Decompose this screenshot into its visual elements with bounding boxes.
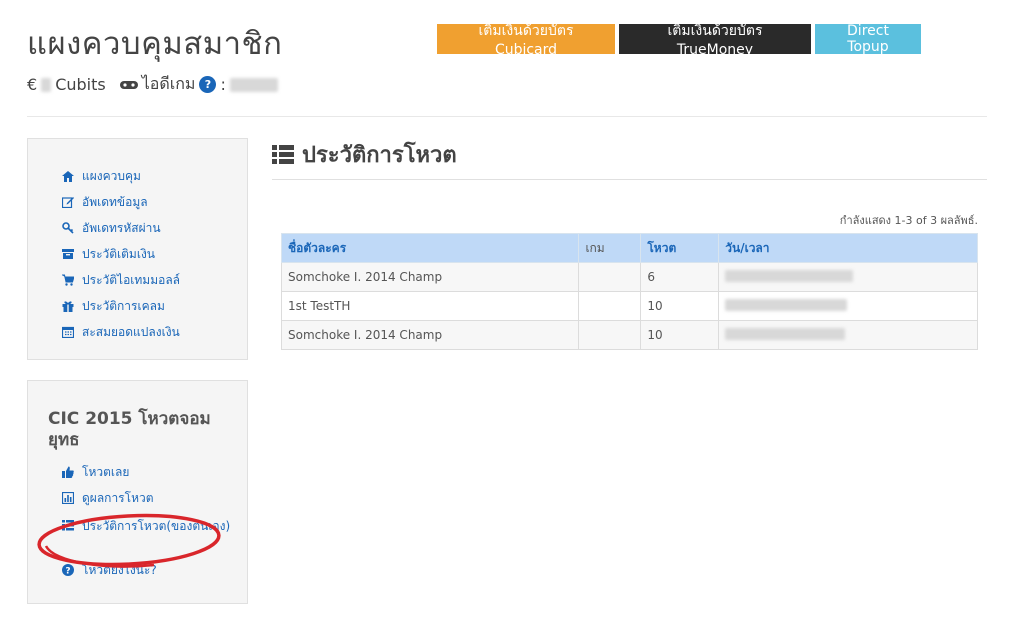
cart-icon xyxy=(62,274,74,286)
sidebar-item-topup-history[interactable]: ประวัติเติมเงิน xyxy=(62,241,247,267)
sidebar-item-label: ดูผลการโหวต xyxy=(82,490,154,505)
sidebar-item-label: อัพเดทรหัสผ่าน xyxy=(82,220,161,235)
sidebar-item-claim-history[interactable]: ประวัติการเคลม xyxy=(62,293,247,319)
column-header-votes[interactable]: โหวต xyxy=(640,233,720,263)
header-divider xyxy=(27,116,987,117)
table-row: Somchoke I. 2014 Champ 10 xyxy=(280,320,978,350)
thumbs-up-icon xyxy=(62,466,74,478)
table-row: Somchoke I. 2014 Champ 6 xyxy=(280,262,978,292)
sidebar-item-label: ประวัติเติมเงิน xyxy=(82,246,156,261)
gift-icon xyxy=(62,300,74,312)
truemoney-topup-button[interactable]: เติมเงินด้วยบัตร TrueMoney xyxy=(619,23,811,58)
sidebar-item-vote-results[interactable]: ดูผลการโหวต xyxy=(48,485,247,511)
home-icon xyxy=(62,170,74,182)
cubicard-topup-button[interactable]: เติมเงินด้วยบัตร Cubicard xyxy=(437,23,615,58)
cic-panel-title: CIC 2015 โหวตจอมยุทธ xyxy=(48,409,211,450)
sidebar-item-label: อัพเดทข้อมูล xyxy=(82,194,148,209)
sidebar-item-money-convert[interactable]: สะสมยอดแปลงเงิน xyxy=(62,319,247,345)
sidebar-item-label: สะสมยอดแปลงเงิน xyxy=(82,324,180,339)
key-icon xyxy=(62,222,74,234)
page-title: แผงควบคุมสมาชิก xyxy=(27,26,283,62)
game-id-redacted xyxy=(229,77,278,92)
user-info-line: € Cubits ไอดีเกม ? : xyxy=(27,72,278,97)
topup-button-group: เติมเงินด้วยบัตร Cubicard เติมเงินด้วยบั… xyxy=(437,23,921,58)
red-circle-annotation xyxy=(37,513,221,568)
game-id-colon: : xyxy=(220,75,226,94)
cic-vote-panel: CIC 2015 โหวตจอมยุทธ โหวตเลย ดูผลการโหวต… xyxy=(27,380,248,604)
sidebar-item-label: ประวัติไอเทมมอลล์ xyxy=(82,272,181,287)
vote-history-table: ชื่อตัวละคร เกม โหวต วัน/เวลา Somchoke I… xyxy=(280,233,978,350)
sidebar-item-label: แผงควบคุม xyxy=(82,168,141,183)
member-menu-panel: แผงควบคุม อัพเดทข้อมูล อัพเดทรหัสผ่าน ปร… xyxy=(27,138,248,360)
cubits-amount-redacted xyxy=(41,77,52,92)
gamepad-icon xyxy=(119,79,138,91)
section-divider xyxy=(272,179,987,180)
archive-icon xyxy=(62,248,74,260)
results-summary: กำลังแสดง 1-3 of 3 ผลลัพธ์. xyxy=(839,214,978,227)
currency-symbol: € xyxy=(27,75,38,94)
table-row: 1st TestTH 10 xyxy=(280,291,978,321)
edit-icon xyxy=(62,196,74,208)
cell-game xyxy=(578,291,642,321)
help-badge-icon[interactable]: ? xyxy=(199,76,217,93)
list-icon xyxy=(272,145,294,164)
section-title-text: ประวัติการโหวต xyxy=(302,143,457,168)
sidebar-item-label: ประวัติการเคลม xyxy=(82,298,165,313)
section-title: ประวัติการโหวต xyxy=(272,137,457,172)
cell-character: 1st TestTH xyxy=(280,291,580,321)
cell-datetime-redacted xyxy=(718,291,978,321)
column-header-game: เกม xyxy=(578,233,642,263)
cubits-label: Cubits xyxy=(55,75,106,94)
cell-game xyxy=(578,320,642,350)
cell-datetime-redacted xyxy=(718,320,978,350)
game-id-label: ไอดีเกม xyxy=(141,74,196,93)
cell-datetime-redacted xyxy=(718,262,978,292)
cell-character: Somchoke I. 2014 Champ xyxy=(280,262,580,292)
direct-topup-button[interactable]: Direct Topup xyxy=(815,23,921,55)
cell-character: Somchoke I. 2014 Champ xyxy=(280,320,580,350)
sidebar-item-dashboard[interactable]: แผงควบคุม xyxy=(62,163,247,189)
calendar-icon xyxy=(62,326,74,338)
sidebar-item-update-password[interactable]: อัพเดทรหัสผ่าน xyxy=(62,215,247,241)
sidebar-item-update-profile[interactable]: อัพเดทข้อมูล xyxy=(62,189,247,215)
bar-chart-icon xyxy=(62,492,74,504)
cell-votes: 10 xyxy=(640,320,720,350)
cell-votes: 10 xyxy=(640,291,720,321)
cell-votes: 6 xyxy=(640,262,720,292)
sidebar-item-itemmall-history[interactable]: ประวัติไอเทมมอลล์ xyxy=(62,267,247,293)
sidebar-item-label: โหวตเลย xyxy=(82,464,130,479)
column-header-character[interactable]: ชื่อตัวละคร xyxy=(280,233,580,263)
table-header-row: ชื่อตัวละคร เกม โหวต วัน/เวลา xyxy=(280,233,978,263)
cell-game xyxy=(578,262,642,292)
sidebar-item-vote-now[interactable]: โหวตเลย xyxy=(48,459,247,485)
column-header-datetime[interactable]: วัน/เวลา xyxy=(718,233,978,263)
